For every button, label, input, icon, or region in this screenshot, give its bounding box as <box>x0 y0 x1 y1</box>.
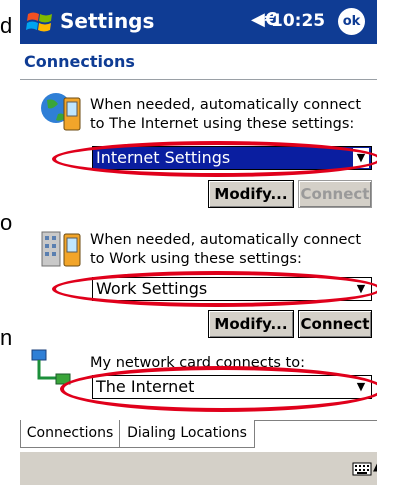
dropdown-value: Internet Settings <box>96 148 231 167</box>
network-card-dropdown[interactable]: The Internet ▼ <box>92 375 372 399</box>
ok-button[interactable]: ok <box>338 8 365 35</box>
description-network-card: My network card connects to: <box>90 355 305 371</box>
chevron-down-icon[interactable]: ▼ <box>353 148 369 168</box>
clock-time[interactable]: 10:25 <box>271 11 325 31</box>
tab-strip: Connections Dialing Locations <box>20 420 377 448</box>
app-title: Settings <box>60 9 155 33</box>
windows-flag-icon[interactable] <box>24 6 56 38</box>
bottom-bar <box>20 452 377 485</box>
description-internet: When needed, automatically connect to Th… <box>90 97 362 132</box>
outside-text-fragment: d <box>0 13 13 38</box>
title-bar: Settings ◀€ 10:25 ok <box>20 0 377 44</box>
modify-work-button[interactable]: Modify... <box>208 310 294 338</box>
network-card-icon <box>31 349 71 385</box>
description-work: When needed, automatically connect to Wo… <box>90 232 362 267</box>
dropdown-value: Work Settings <box>96 279 208 298</box>
modify-internet-button[interactable]: Modify... <box>208 180 294 208</box>
outside-text-fragment: n <box>0 325 13 350</box>
dropdown-value: The Internet <box>96 377 195 396</box>
internet-settings-dropdown[interactable]: Internet Settings ▼ <box>92 146 372 170</box>
outside-text-fragment: o <box>0 210 13 235</box>
chevron-down-icon[interactable]: ▼ <box>353 279 369 299</box>
connect-work-button[interactable]: Connect <box>298 310 372 338</box>
building-handheld-icon <box>41 231 81 267</box>
up-arrow-icon[interactable]: ▲ <box>373 459 377 473</box>
chevron-down-icon[interactable]: ▼ <box>353 377 369 397</box>
tab-dialing-locations[interactable]: Dialing Locations <box>119 420 255 448</box>
tab-connections[interactable]: Connections <box>20 420 120 448</box>
section-title: Connections <box>24 52 135 71</box>
pocket-pc-screen: Settings ◀€ 10:25 ok Connections When ne… <box>20 0 377 485</box>
globe-handheld-icon <box>41 93 81 131</box>
connect-internet-button[interactable]: Connect <box>298 180 372 208</box>
divider <box>20 79 377 80</box>
work-settings-dropdown[interactable]: Work Settings ▼ <box>92 277 372 301</box>
keyboard-icon[interactable] <box>352 459 372 479</box>
